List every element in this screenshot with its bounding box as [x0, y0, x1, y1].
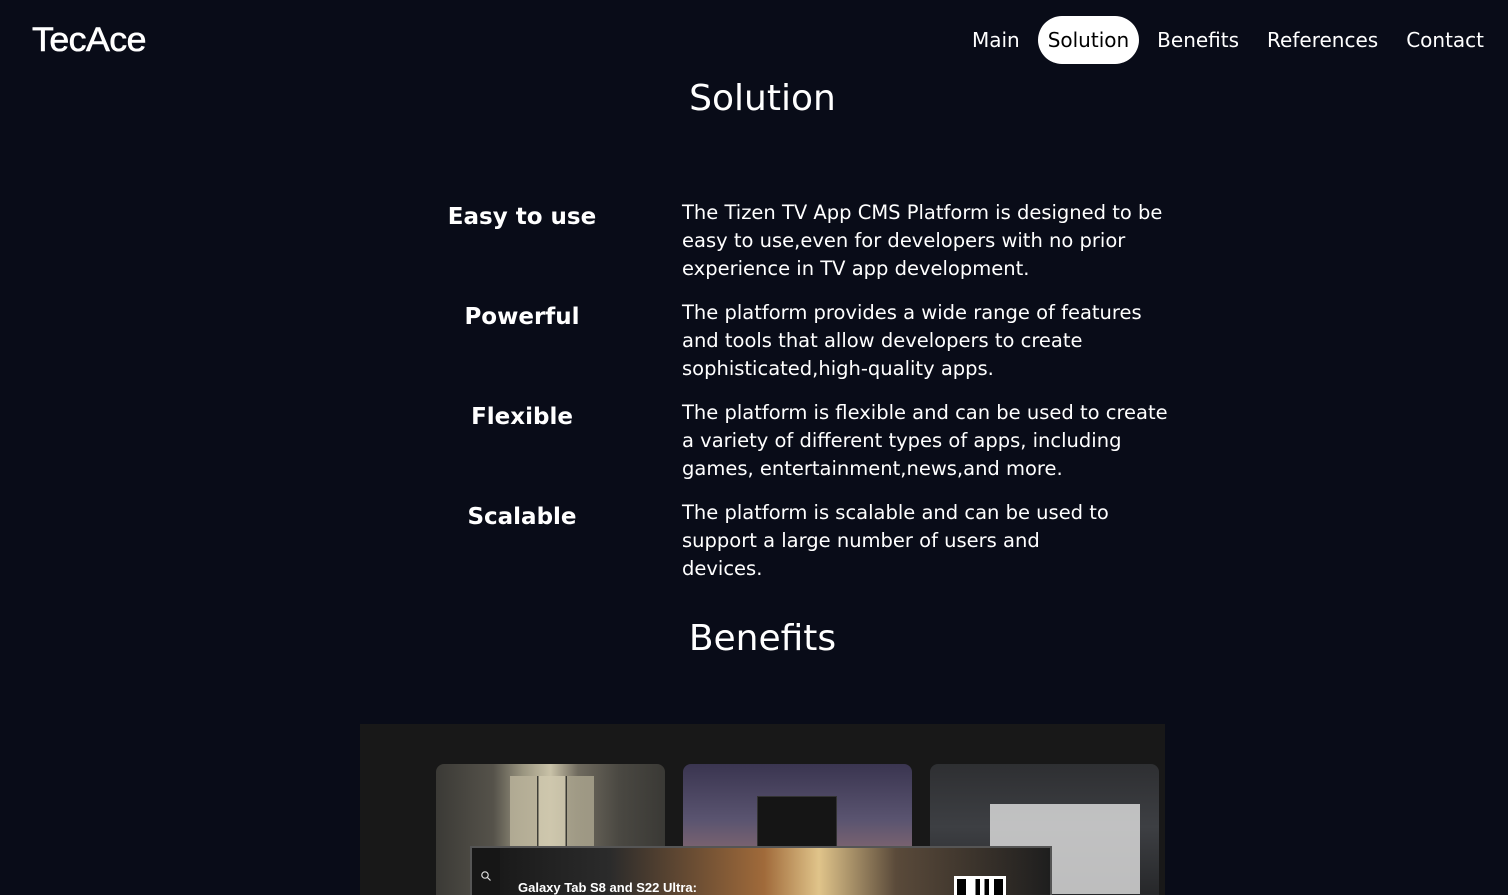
nav-item-benefits[interactable]: Benefits — [1147, 16, 1249, 64]
search-icon — [472, 848, 500, 895]
main-nav: Main Solution Benefits References Contac… — [954, 16, 1494, 64]
nav-item-contact[interactable]: Contact — [1396, 16, 1494, 64]
feature-name: Easy to use — [447, 204, 597, 230]
tv-caption: Galaxy Tab S8 and S22 Ultra: — [518, 880, 697, 895]
tv-screen-frame: Galaxy Tab S8 and S22 Ultra: — [470, 846, 1052, 895]
feature-name: Flexible — [471, 404, 573, 430]
logo[interactable]: TecAce — [32, 22, 147, 59]
feature-description: The Tizen TV App CMS Platform is designe… — [682, 201, 1163, 280]
nav-item-solution[interactable]: Solution — [1037, 16, 1140, 64]
benefits-title: Benefits — [688, 618, 837, 659]
page: TecAce Main Solution Benefits References… — [0, 0, 1508, 895]
feature-name: Scalable — [467, 504, 577, 530]
nav-item-main[interactable]: Main — [962, 16, 1030, 64]
qr-code-icon — [954, 876, 1006, 895]
feature-description: The platform is scalable and can be used… — [682, 501, 1109, 580]
nav-item-references[interactable]: References — [1257, 16, 1388, 64]
feature-description: The platform is flexible and can be used… — [682, 401, 1168, 480]
feature-description: The platform provides a wide range of fe… — [682, 301, 1142, 380]
feature-name: Powerful — [464, 304, 580, 330]
benefits-preview-image: Galaxy Tab S8 and S22 Ultra: — [360, 724, 1165, 895]
solution-title: Solution — [689, 78, 836, 119]
